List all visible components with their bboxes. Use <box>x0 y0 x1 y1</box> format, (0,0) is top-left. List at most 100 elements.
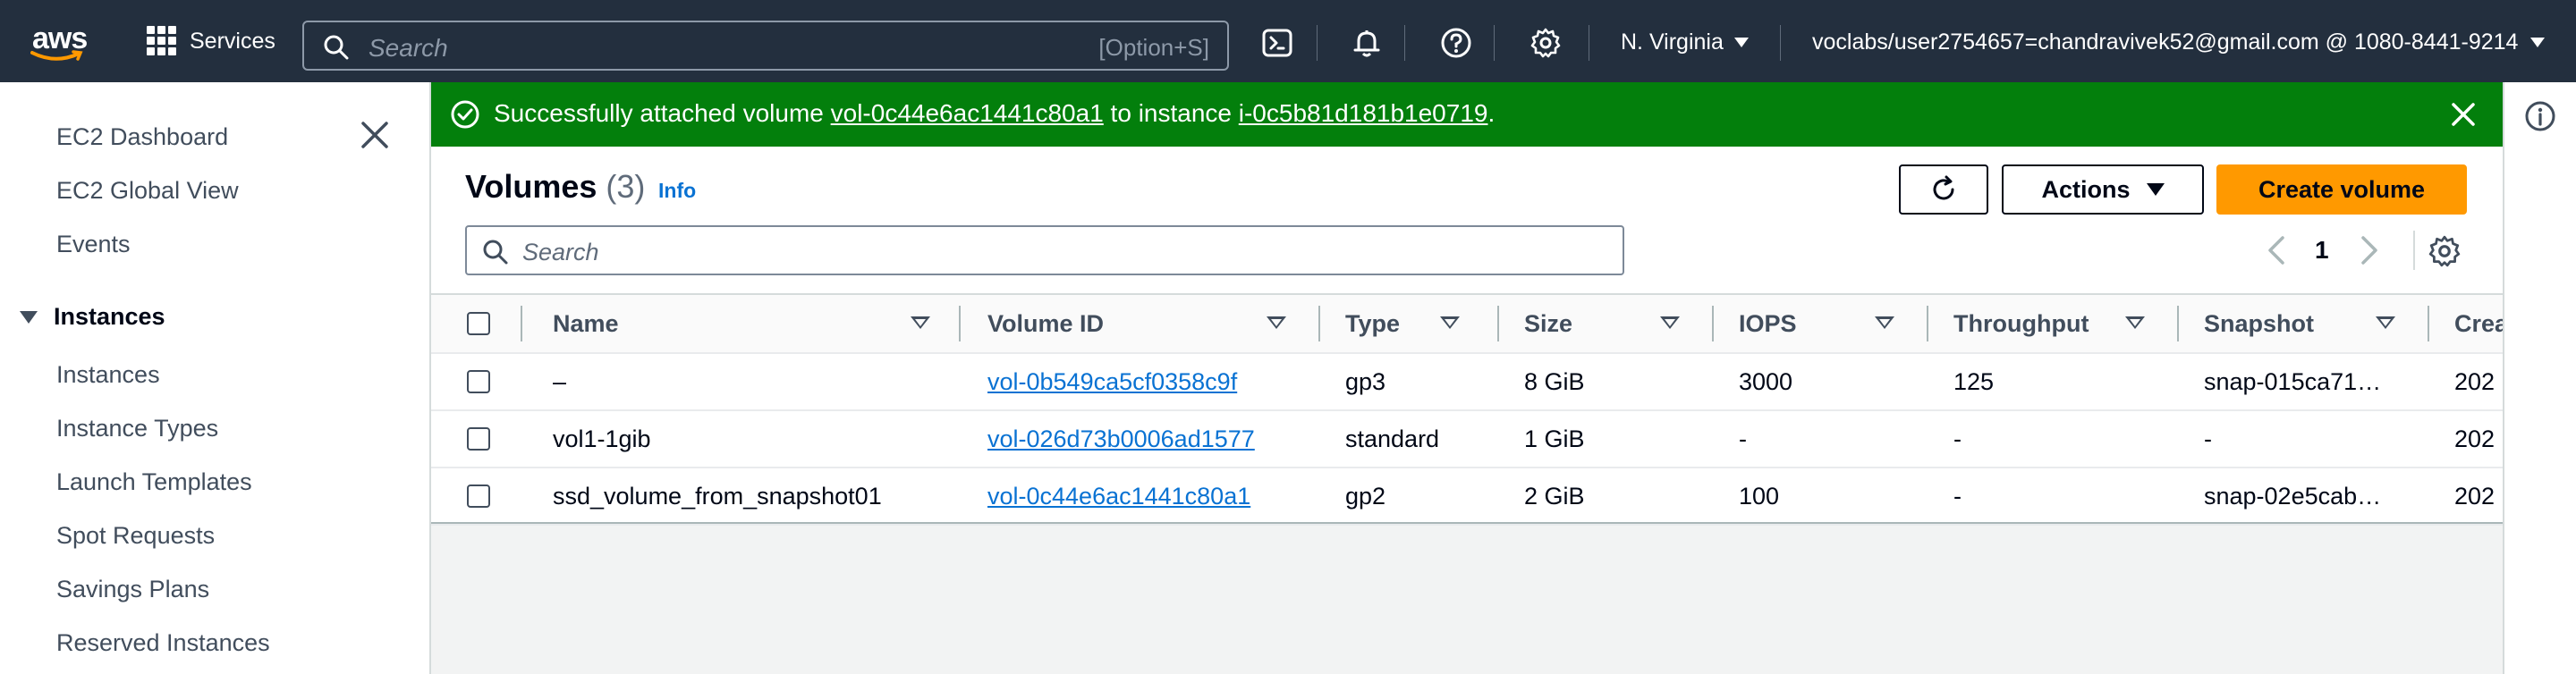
volumes-search-input[interactable]: Search <box>465 225 1624 275</box>
cell-throughput: - <box>1953 482 1962 510</box>
sidebar-item-savings-plans[interactable]: Savings Plans <box>56 576 209 603</box>
global-search-placeholder: Search <box>369 34 448 62</box>
column-header-type[interactable]: Type <box>1318 294 1497 353</box>
create-volume-label: Create volume <box>2258 175 2426 203</box>
cell-snapshot: snap-02e5cab… <box>2204 482 2382 510</box>
sort-icon[interactable] <box>2376 316 2395 329</box>
flash-middle: to instance <box>1103 99 1239 127</box>
column-header-name[interactable]: Name <box>521 294 959 353</box>
refresh-icon <box>1933 175 1954 200</box>
column-header-snapshot[interactable]: Snapshot <box>2177 294 2428 353</box>
row-checkbox[interactable] <box>467 427 490 451</box>
column-header-throughput[interactable]: Throughput <box>1927 294 2177 353</box>
bell-icon[interactable] <box>1351 27 1383 59</box>
caret-down-icon <box>2146 183 2165 196</box>
volume-id-link[interactable]: vol-0b549ca5cf0358c9f <box>987 368 1237 395</box>
sidebar-item-spot-requests[interactable]: Spot Requests <box>56 522 215 550</box>
sort-icon[interactable] <box>1267 316 1286 329</box>
close-sidebar-icon[interactable] <box>360 120 390 150</box>
caret-down-icon <box>20 310 38 324</box>
row-checkbox[interactable] <box>467 370 490 393</box>
sidebar-section-instances[interactable]: Instances <box>20 303 165 331</box>
sidebar-item-ec2-dashboard[interactable]: EC2 Dashboard <box>56 123 228 151</box>
refresh-button[interactable] <box>1899 164 1988 215</box>
sidebar-item-launch-templates[interactable]: Launch Templates <box>56 468 252 496</box>
sort-icon[interactable] <box>1660 316 1680 329</box>
top-navigation: aws Services Search [Option+S] N. Virgin… <box>0 0 2576 82</box>
toolbar-divider <box>1317 25 1318 61</box>
cell-name: ssd_volume_from_snapshot01 <box>553 482 882 510</box>
column-header-label: Size <box>1524 309 1573 337</box>
create-volume-button[interactable]: Create volume <box>2216 164 2467 215</box>
region-selector[interactable]: N. Virginia <box>1621 29 1749 55</box>
chevron-right-icon[interactable] <box>2356 234 2383 266</box>
info-link[interactable]: Info <box>658 179 696 203</box>
chevron-left-icon[interactable] <box>2263 234 2290 266</box>
sort-icon[interactable] <box>911 316 930 329</box>
search-icon <box>324 35 349 60</box>
cell-throughput: 125 <box>1953 367 1995 395</box>
actions-dropdown-button[interactable]: Actions <box>2002 164 2204 215</box>
volume-id-link[interactable]: vol-026d73b0006ad1577 <box>987 425 1255 452</box>
cell-name: vol1-1gib <box>553 425 651 452</box>
info-circle-icon[interactable] <box>2524 100 2556 132</box>
column-header-created[interactable]: Crea <box>2428 294 2503 353</box>
toolbar-divider <box>1404 25 1405 61</box>
table-row[interactable]: ssd_volume_from_snapshot01 vol-0c44e6ac1… <box>431 468 2503 525</box>
header-select-all <box>431 294 521 353</box>
close-icon[interactable] <box>2445 97 2481 132</box>
pager-divider <box>2413 231 2415 270</box>
volumes-panel: Volumes (3) Info Actions Create volume S… <box>431 147 2503 525</box>
account-menu[interactable]: voclabs/user2754657=chandravivek52@gmail… <box>1812 29 2546 55</box>
help-icon[interactable] <box>1440 27 1472 59</box>
sort-icon[interactable] <box>2125 316 2145 329</box>
column-header-label: Snapshot <box>2204 309 2315 337</box>
cell-created: 202 <box>2454 425 2496 452</box>
sidebar-item-events[interactable]: Events <box>56 231 131 258</box>
row-checkbox[interactable] <box>467 484 490 508</box>
sort-icon[interactable] <box>1440 316 1460 329</box>
cell-snapshot: snap-015ca71… <box>2204 367 2382 395</box>
cell-name: – <box>553 367 567 395</box>
sort-icon[interactable] <box>1875 316 1894 329</box>
column-header-label: Throughput <box>1953 309 2089 337</box>
aws-smile-icon <box>30 50 83 61</box>
sidebar-item-instance-types[interactable]: Instance Types <box>56 415 218 442</box>
column-header-label: Volume ID <box>987 309 1105 337</box>
column-header-size[interactable]: Size <box>1497 294 1712 353</box>
services-menu-button[interactable]: Services <box>147 23 275 59</box>
sidebar-item-ec2-global-view[interactable]: EC2 Global View <box>56 177 239 205</box>
table-preferences-gear-icon[interactable] <box>2428 234 2462 268</box>
region-label: N. Virginia <box>1621 29 1724 55</box>
select-all-checkbox[interactable] <box>467 312 490 335</box>
flash-instance-link[interactable]: i-0c5b81d181b1e0719 <box>1239 99 1488 127</box>
sidebar-item-reserved-instances[interactable]: Reserved Instances <box>56 629 270 657</box>
table-row[interactable]: vol1-1gib vol-026d73b0006ad1577 standard… <box>431 410 2503 468</box>
search-shortcut-hint: [Option+S] <box>1098 34 1209 61</box>
aws-logo[interactable]: aws <box>29 16 95 66</box>
column-header-label: IOPS <box>1739 309 1797 337</box>
column-header-iops[interactable]: IOPS <box>1712 294 1927 353</box>
page-title: Volumes (3) <box>465 168 645 206</box>
page-number[interactable]: 1 <box>2315 236 2329 265</box>
gear-icon[interactable] <box>1530 27 1562 59</box>
volume-id-link[interactable]: vol-0c44e6ac1441c80a1 <box>987 483 1250 510</box>
actions-label: Actions <box>2041 175 2131 203</box>
caret-down-icon <box>2530 38 2546 47</box>
column-header-volume-id[interactable]: Volume ID <box>959 294 1318 353</box>
volumes-search-placeholder: Search <box>522 239 599 265</box>
services-label: Services <box>190 28 275 54</box>
cell-throughput: - <box>1953 425 1962 452</box>
sidebar-item-instances[interactable]: Instances <box>56 361 160 389</box>
cell-created: 202 <box>2454 367 2496 395</box>
flash-suffix: . <box>1487 99 1496 127</box>
check-circle-icon <box>451 100 479 129</box>
table-header-row: Name Volume ID Type Size IOPS Throughput… <box>431 294 2503 353</box>
sidebar-section-label: Instances <box>54 303 165 330</box>
toolbar-divider <box>1780 25 1781 61</box>
flash-volume-link[interactable]: vol-0c44e6ac1441c80a1 <box>831 99 1104 127</box>
table-row[interactable]: – vol-0b549ca5cf0358c9f gp3 8 GiB 3000 1… <box>431 353 2503 410</box>
cloudshell-icon[interactable] <box>1261 27 1293 59</box>
global-search-input[interactable]: Search [Option+S] <box>302 21 1229 71</box>
cell-type: gp3 <box>1345 367 1386 395</box>
